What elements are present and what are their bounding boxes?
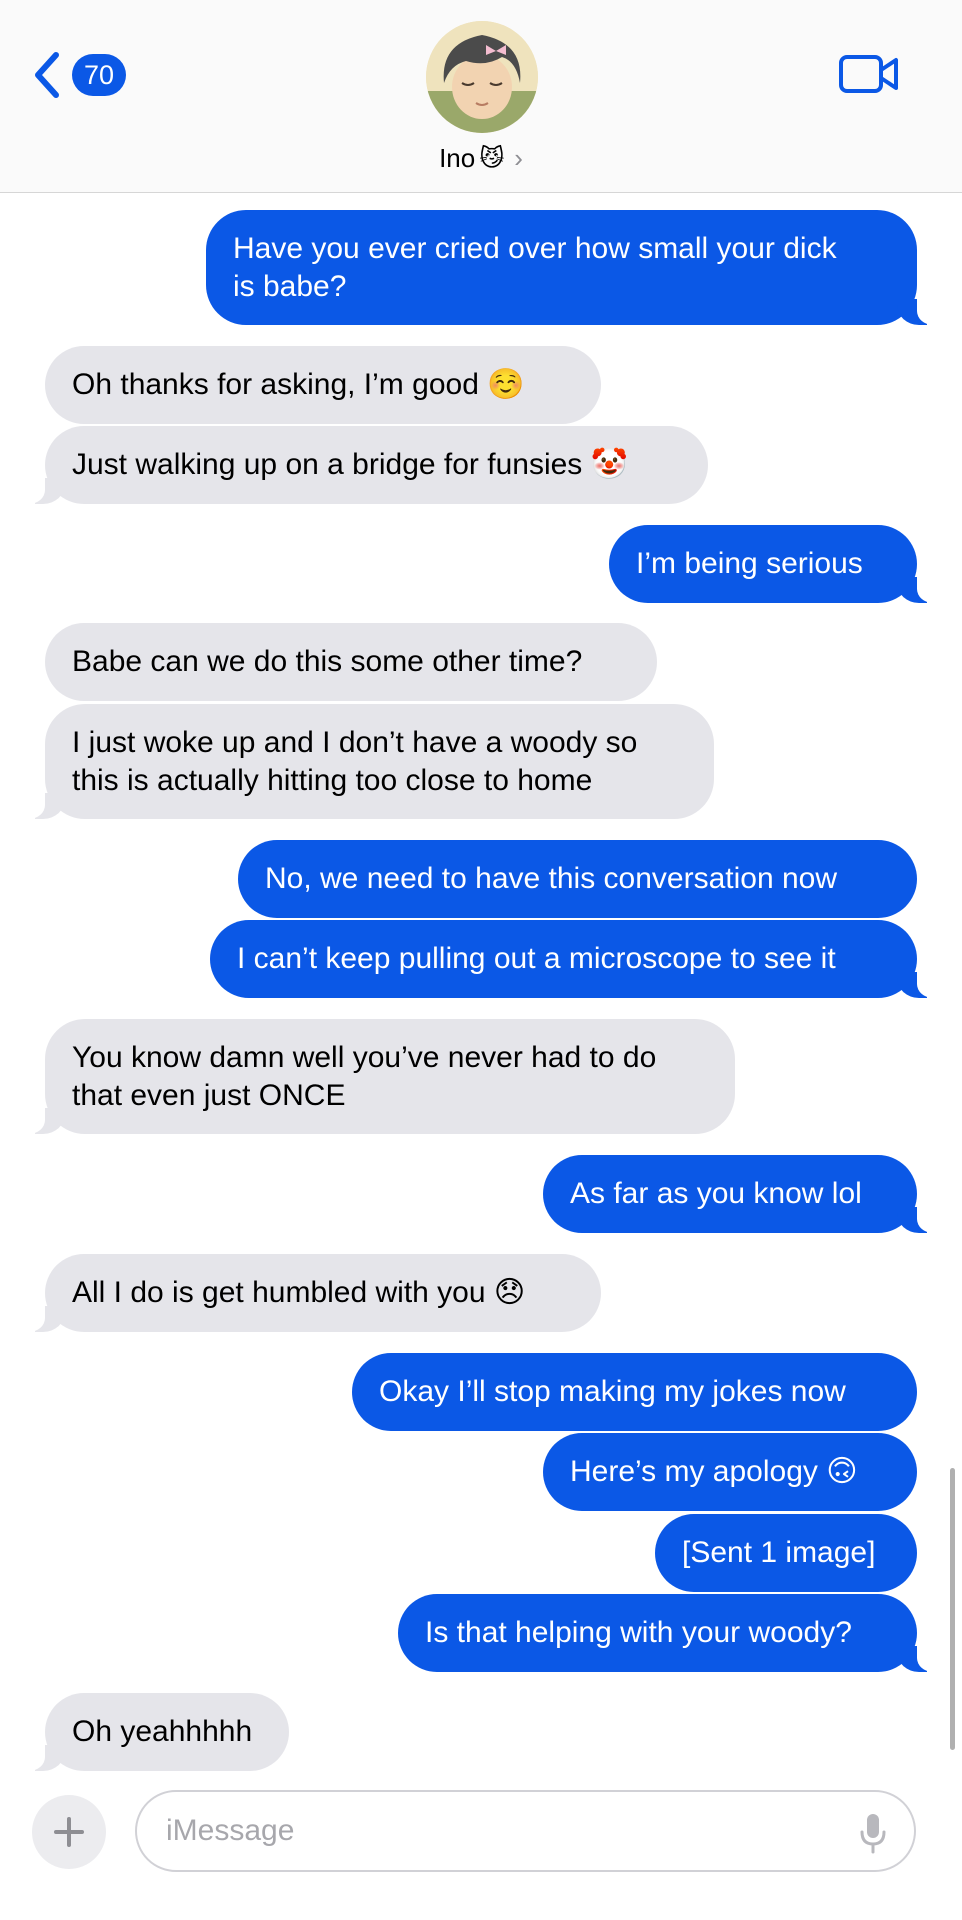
message-text: Oh yeahhhhh bbox=[72, 1715, 253, 1748]
message-text: Oh thanks for asking, I’m good ☺️ bbox=[72, 368, 525, 401]
message-bubble-outgoing[interactable]: As far as you know lol bbox=[543, 1155, 943, 1233]
microphone-icon[interactable] bbox=[858, 1812, 888, 1854]
message-input[interactable] bbox=[164, 1813, 848, 1849]
message-text: All I do is get humbled with you 😞 bbox=[72, 1276, 526, 1309]
message-text: Is that helping with your woody? bbox=[425, 1616, 852, 1649]
message-bubble-incoming[interactable]: All I do is get humbled with you 😞 bbox=[19, 1254, 601, 1332]
message-bubble-incoming[interactable]: You know damn well you’ve never had to d… bbox=[19, 1019, 735, 1134]
message-text: Here’s my apology 🙃 bbox=[570, 1455, 858, 1488]
chevron-left-icon bbox=[35, 52, 59, 98]
message-text: No, we need to have this conversation no… bbox=[265, 862, 838, 895]
contact-name: Ino bbox=[439, 143, 476, 173]
message-bubble-outgoing[interactable]: I’m being serious bbox=[609, 525, 943, 603]
chevron-right-icon: › bbox=[514, 143, 523, 173]
message-text: I just woke up and I don’t have a woody … bbox=[72, 725, 638, 797]
back-button[interactable]: 70 bbox=[30, 50, 126, 100]
message-text: You know damn well you’ve never had to d… bbox=[72, 1040, 657, 1112]
message-text: Just walking up on a bridge for funsies … bbox=[72, 448, 628, 481]
message-bubble-incoming[interactable]: Babe can we do this some other time? bbox=[45, 623, 657, 701]
message-text: I can’t keep pulling out a microscope to… bbox=[237, 942, 836, 975]
contact-emoji: 😼 bbox=[479, 145, 505, 172]
plus-icon bbox=[54, 1817, 84, 1847]
message-bubble-outgoing[interactable]: Here’s my apology 🙃 bbox=[543, 1433, 917, 1511]
message-text: As far as you know lol bbox=[570, 1177, 862, 1210]
message-text: [Sent 1 image] bbox=[682, 1536, 876, 1569]
message-text: I’m being serious bbox=[636, 547, 863, 580]
message-text: Have you ever cried over how small your … bbox=[233, 231, 837, 303]
message-input-container bbox=[135, 1790, 916, 1872]
message-bubble-outgoing[interactable]: I can’t keep pulling out a microscope to… bbox=[210, 920, 943, 998]
video-camera-icon[interactable] bbox=[838, 52, 900, 96]
message-bubble-outgoing[interactable]: [Sent 1 image] bbox=[655, 1514, 917, 1592]
message-bubble-incoming[interactable]: Oh yeahhhhh bbox=[19, 1693, 289, 1771]
message-text: Okay I’ll stop making my jokes now bbox=[379, 1375, 846, 1408]
message-bubble-outgoing[interactable]: Is that helping with your woody? bbox=[398, 1594, 943, 1672]
message-bubble-outgoing[interactable]: No, we need to have this conversation no… bbox=[238, 840, 917, 918]
contact-name-button[interactable]: Ino 😼 › bbox=[0, 143, 962, 174]
message-bubble-outgoing[interactable]: Okay I’ll stop making my jokes now bbox=[352, 1353, 917, 1431]
unread-count-badge: 70 bbox=[72, 54, 126, 96]
conversation-header: 70 Ino 😼 › bbox=[0, 0, 962, 193]
message-bubble-incoming[interactable]: Oh thanks for asking, I’m good ☺️ bbox=[45, 346, 601, 424]
scrollbar[interactable] bbox=[950, 1468, 955, 1750]
message-bubble-incoming[interactable]: I just woke up and I don’t have a woody … bbox=[19, 704, 714, 819]
message-text: Babe can we do this some other time? bbox=[72, 645, 583, 678]
add-attachment-button[interactable] bbox=[32, 1795, 106, 1869]
message-bubble-incoming[interactable]: Just walking up on a bridge for funsies … bbox=[19, 426, 708, 504]
contact-avatar[interactable] bbox=[426, 21, 538, 133]
message-bubble-outgoing[interactable]: Have you ever cried over how small your … bbox=[206, 210, 943, 325]
